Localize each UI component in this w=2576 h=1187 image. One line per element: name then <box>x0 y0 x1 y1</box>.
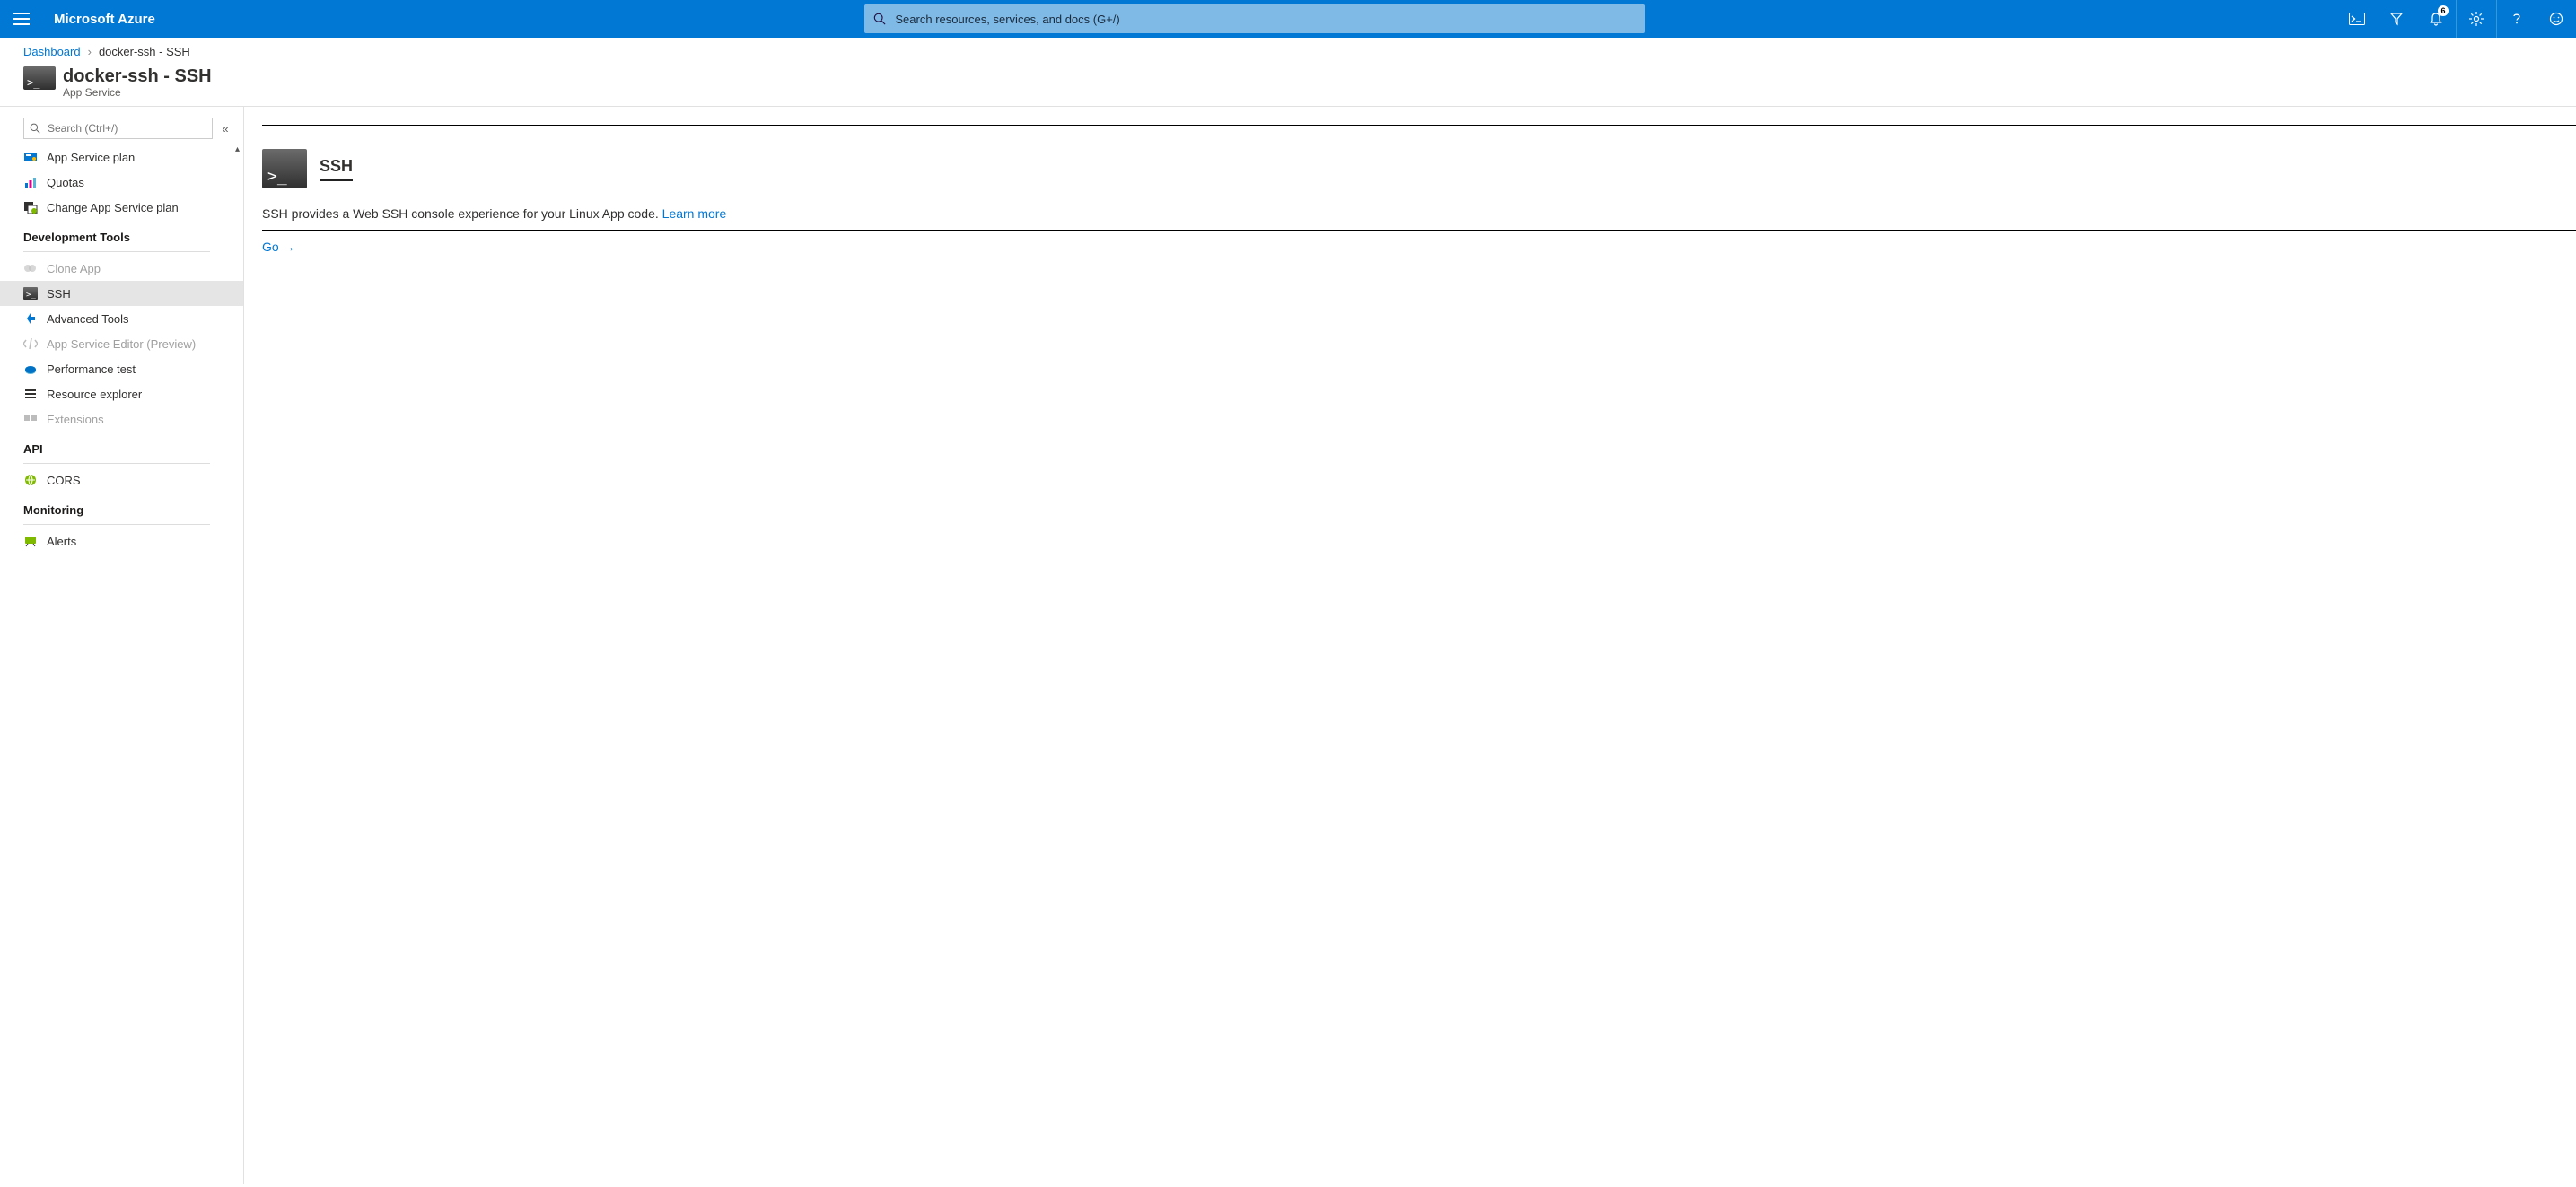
filter-icon <box>2389 12 2404 26</box>
settings-button[interactable] <box>2457 0 2496 38</box>
collapse-sidebar-button[interactable]: « <box>218 122 232 135</box>
sidebar-item-label: Change App Service plan <box>47 201 179 214</box>
sidebar-item-label: App Service plan <box>47 151 135 164</box>
svg-text:>_: >_ <box>26 291 36 300</box>
resource-search-input[interactable] <box>46 121 206 135</box>
divider <box>23 463 210 464</box>
help-icon <box>2510 12 2524 26</box>
notification-badge: 6 <box>2438 5 2449 16</box>
scroll-up-icon[interactable]: ▴ <box>235 144 240 154</box>
sidebar-item-clone-app: Clone App <box>0 256 243 281</box>
breadcrumb: Dashboard › docker-ssh - SSH <box>0 38 2576 65</box>
sidebar-item-extensions: Extensions <box>0 406 243 432</box>
help-button[interactable] <box>2497 0 2537 38</box>
sidebar-item-label: Advanced Tools <box>47 312 129 326</box>
page-subtitle: App Service <box>63 86 212 99</box>
ext-icon <box>23 412 38 426</box>
page-header: >_ docker-ssh - SSH App Service <box>0 65 2576 107</box>
sidebar-item-label: SSH <box>47 287 71 301</box>
sidebar-item-app-service-editor-preview: App Service Editor (Preview) <box>0 331 243 356</box>
sidebar-item-label: CORS <box>47 474 81 487</box>
terminal-icon: >_ <box>23 286 38 301</box>
go-link[interactable]: Go → <box>262 240 295 254</box>
breadcrumb-root[interactable]: Dashboard <box>23 45 81 58</box>
main-title: SSH <box>320 157 353 181</box>
sidebar-item-resource-explorer[interactable]: Resource explorer <box>0 381 243 406</box>
directory-filter-button[interactable] <box>2377 0 2416 38</box>
notifications-button[interactable]: 6 <box>2416 0 2456 38</box>
sidebar-item-label: Quotas <box>47 176 84 189</box>
divider <box>23 251 210 252</box>
cloud-shell-button[interactable] <box>2337 0 2377 38</box>
main-pane: >_ SSH SSH provides a Web SSH console ex… <box>244 107 2576 1184</box>
sidebar-item-label: Clone App <box>47 262 101 275</box>
brand-name[interactable]: Microsoft Azure <box>43 12 173 27</box>
cloud-shell-icon <box>2349 13 2365 25</box>
search-icon <box>30 123 40 134</box>
sidebar-item-performance-test[interactable]: Performance test <box>0 356 243 381</box>
sidebar-list: ▴ App Service plan Quotas Change App Servi… <box>0 144 243 1184</box>
chevron-right-icon: › <box>88 45 92 58</box>
search-icon <box>873 13 886 25</box>
terminal-icon: >_ <box>262 149 307 188</box>
nav-section-title: Monitoring <box>0 493 243 520</box>
editor-icon <box>23 336 38 351</box>
sidebar: « ▴ App Service plan Quotas Change App Ser… <box>0 107 244 1184</box>
global-search-input[interactable] <box>893 12 1636 27</box>
sidebar-item-change-app-service-plan[interactable]: Change App Service plan <box>0 195 243 220</box>
sidebar-item-label: Extensions <box>47 413 104 426</box>
cors-icon <box>23 473 38 487</box>
sidebar-item-advanced-tools[interactable]: Advanced Tools <box>0 306 243 331</box>
hamburger-icon <box>13 13 30 25</box>
sidebar-item-quotas[interactable]: Quotas <box>0 170 243 195</box>
perf-icon <box>23 362 38 376</box>
learn-more-link[interactable]: Learn more <box>662 206 727 221</box>
topbar: Microsoft Azure 6 <box>0 0 2576 38</box>
smile-icon <box>2549 12 2563 26</box>
kudu-icon <box>23 311 38 326</box>
arrow-right-icon: → <box>283 240 295 254</box>
quotas-icon <box>23 175 38 189</box>
global-search[interactable] <box>864 4 1645 33</box>
nav-section-title: Development Tools <box>0 220 243 248</box>
plan-icon <box>23 150 38 164</box>
menu-button[interactable] <box>0 0 43 38</box>
sidebar-item-ssh[interactable]: >_ SSH <box>0 281 243 306</box>
terminal-icon: >_ <box>23 66 56 90</box>
resource-search[interactable] <box>23 118 213 139</box>
go-link-label: Go <box>262 240 279 254</box>
sidebar-item-label: Performance test <box>47 362 136 376</box>
sidebar-item-label: Resource explorer <box>47 388 142 401</box>
alerts-icon <box>23 534 38 548</box>
main-description: SSH provides a Web SSH console experienc… <box>262 203 2576 230</box>
nav-section-title: API <box>0 432 243 459</box>
sidebar-item-app-service-plan[interactable]: App Service plan <box>0 144 243 170</box>
gear-icon <box>2468 11 2484 27</box>
sidebar-item-label: Alerts <box>47 535 76 548</box>
sidebar-item-label: App Service Editor (Preview) <box>47 337 196 351</box>
clone-icon <box>23 261 38 275</box>
divider <box>23 524 210 525</box>
feedback-button[interactable] <box>2537 0 2576 38</box>
sidebar-item-cors[interactable]: CORS <box>0 467 243 493</box>
breadcrumb-current: docker-ssh - SSH <box>99 45 190 58</box>
explorer-icon <box>23 387 38 401</box>
change-icon <box>23 200 38 214</box>
page-title: docker-ssh - SSH <box>63 66 212 86</box>
sidebar-item-alerts[interactable]: Alerts <box>0 528 243 554</box>
